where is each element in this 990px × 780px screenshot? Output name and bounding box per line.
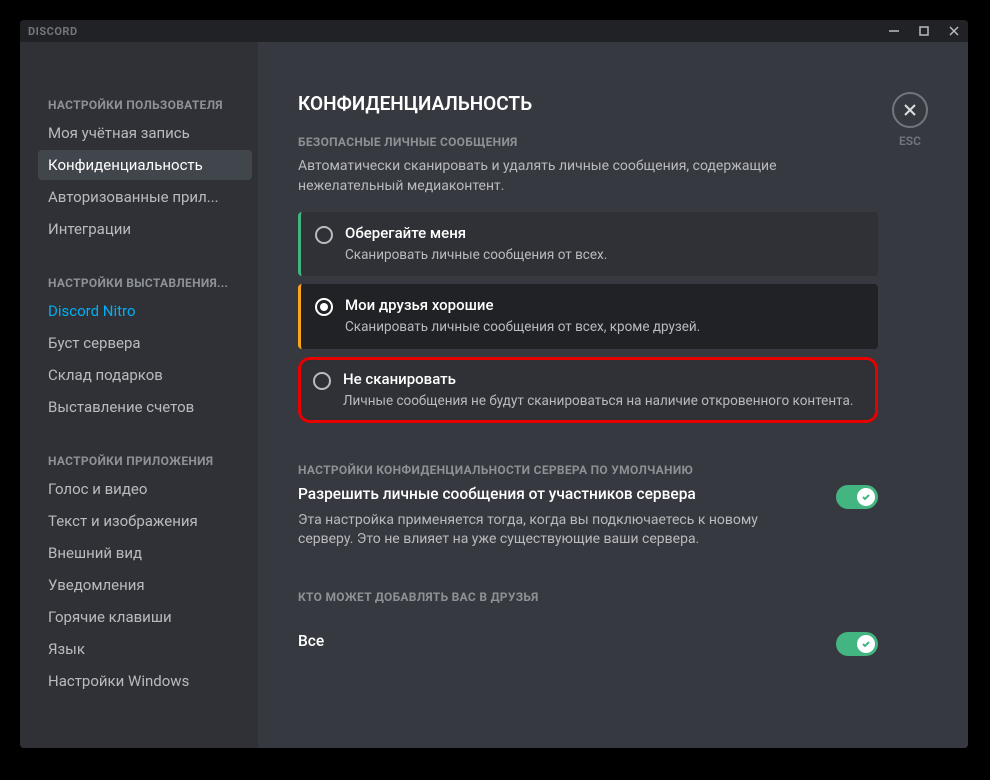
option-desc: Личные сообщения не будут сканироваться … — [343, 392, 863, 410]
main-panel: ESC КОНФИДЕНЦИАЛЬНОСТЬ БЕЗОПАСНЫЕ ЛИЧНЫЕ… — [258, 42, 968, 748]
app-window: DISCORD НАСТРОЙКИ ПОЛЬЗОВАТЕЛЯ Моя учётн… — [20, 20, 968, 748]
page-title: КОНФИДЕНЦИАЛЬНОСТЬ — [298, 92, 928, 115]
who-can-add-header: КТО МОЖЕТ ДОБАВЛЯТЬ ВАС В ДРУЗЬЯ — [298, 590, 878, 604]
sidebar-item-billing[interactable]: Выставление счетов — [38, 392, 252, 422]
check-icon — [857, 635, 875, 653]
option-title: Оберегайте меня — [345, 224, 864, 242]
sidebar-item-language[interactable]: Язык — [38, 634, 252, 664]
safe-dm-options: Оберегайте меня Сканировать личные сообщ… — [298, 212, 878, 423]
server-defaults-section: НАСТРОЙКИ КОНФИДЕНЦИАЛЬНОСТИ СЕРВЕРА ПО … — [298, 463, 878, 550]
window-controls — [888, 25, 960, 37]
safe-dm-section: БЕЗОПАСНЫЕ ЛИЧНЫЕ СООБЩЕНИЯ Автоматическ… — [298, 135, 878, 423]
sidebar-header-billing: НАСТРОЙКИ ВЫСТАВЛЕНИЯ... — [38, 270, 252, 296]
sidebar-header-app: НАСТРОЙКИ ПРИЛОЖЕНИЯ — [38, 448, 252, 474]
maximize-button[interactable] — [918, 25, 930, 37]
close-label: ESC — [899, 134, 921, 148]
radio-icon — [315, 298, 333, 316]
titlebar: DISCORD — [20, 20, 968, 42]
option-desc: Сканировать личные сообщения от всех, кр… — [345, 318, 864, 336]
sidebar-item-appearance[interactable]: Внешний вид — [38, 538, 252, 568]
app-name: DISCORD — [28, 25, 78, 38]
sidebar-item-server-boost[interactable]: Буст сервера — [38, 328, 252, 358]
sidebar-item-notifications[interactable]: Уведомления — [38, 570, 252, 600]
content-wrapper: НАСТРОЙКИ ПОЛЬЗОВАТЕЛЯ Моя учётная запис… — [20, 42, 968, 748]
option-keep-me-safe[interactable]: Оберегайте меня Сканировать личные сообщ… — [298, 212, 878, 276]
sidebar-item-privacy[interactable]: Конфиденциальность — [38, 150, 252, 180]
sidebar-item-integrations[interactable]: Интеграции — [38, 214, 252, 244]
radio-icon — [313, 372, 331, 390]
allow-dm-label: Разрешить личные сообщения от участников… — [298, 485, 816, 503]
close-icon — [892, 92, 928, 128]
everyone-label: Все — [298, 632, 324, 650]
option-do-not-scan[interactable]: Не сканировать Личные сообщения не будут… — [298, 357, 878, 423]
minimize-button[interactable] — [888, 25, 900, 37]
sidebar-item-account[interactable]: Моя учётная запись — [38, 118, 252, 148]
sidebar-item-text-images[interactable]: Текст и изображения — [38, 506, 252, 536]
sidebar-item-voice-video[interactable]: Голос и видео — [38, 474, 252, 504]
sidebar-item-nitro[interactable]: Discord Nitro — [38, 296, 252, 326]
option-title: Мои друзья хорошие — [345, 296, 864, 314]
sidebar-item-authorized-apps[interactable]: Авторизованные прил... — [38, 182, 252, 212]
option-desc: Сканировать личные сообщения от всех. — [345, 246, 864, 264]
close-settings-button[interactable]: ESC — [892, 92, 928, 148]
radio-icon — [315, 226, 333, 244]
safe-dm-description: Автоматически сканировать и удалять личн… — [298, 157, 878, 196]
check-icon — [857, 488, 875, 506]
sidebar-item-gift-inventory[interactable]: Склад подарков — [38, 360, 252, 390]
close-window-button[interactable] — [948, 25, 960, 37]
option-friends-nice[interactable]: Мои друзья хорошие Сканировать личные со… — [298, 284, 878, 348]
settings-sidebar: НАСТРОЙКИ ПОЛЬЗОВАТЕЛЯ Моя учётная запис… — [20, 42, 258, 748]
sidebar-item-keybinds[interactable]: Горячие клавиши — [38, 602, 252, 632]
allow-dm-toggle[interactable] — [836, 485, 878, 509]
sidebar-header-user: НАСТРОЙКИ ПОЛЬЗОВАТЕЛЯ — [38, 92, 252, 118]
everyone-toggle[interactable] — [836, 632, 878, 656]
allow-dm-desc: Эта настройка применяется тогда, когда в… — [298, 511, 816, 550]
option-title: Не сканировать — [343, 370, 863, 388]
safe-dm-header: БЕЗОПАСНЫЕ ЛИЧНЫЕ СООБЩЕНИЯ — [298, 135, 878, 149]
sidebar-item-windows-settings[interactable]: Настройки Windows — [38, 666, 252, 696]
who-can-add-section: КТО МОЖЕТ ДОБАВЛЯТЬ ВАС В ДРУЗЬЯ Все — [298, 590, 878, 656]
server-defaults-header: НАСТРОЙКИ КОНФИДЕНЦИАЛЬНОСТИ СЕРВЕРА ПО … — [298, 463, 878, 477]
